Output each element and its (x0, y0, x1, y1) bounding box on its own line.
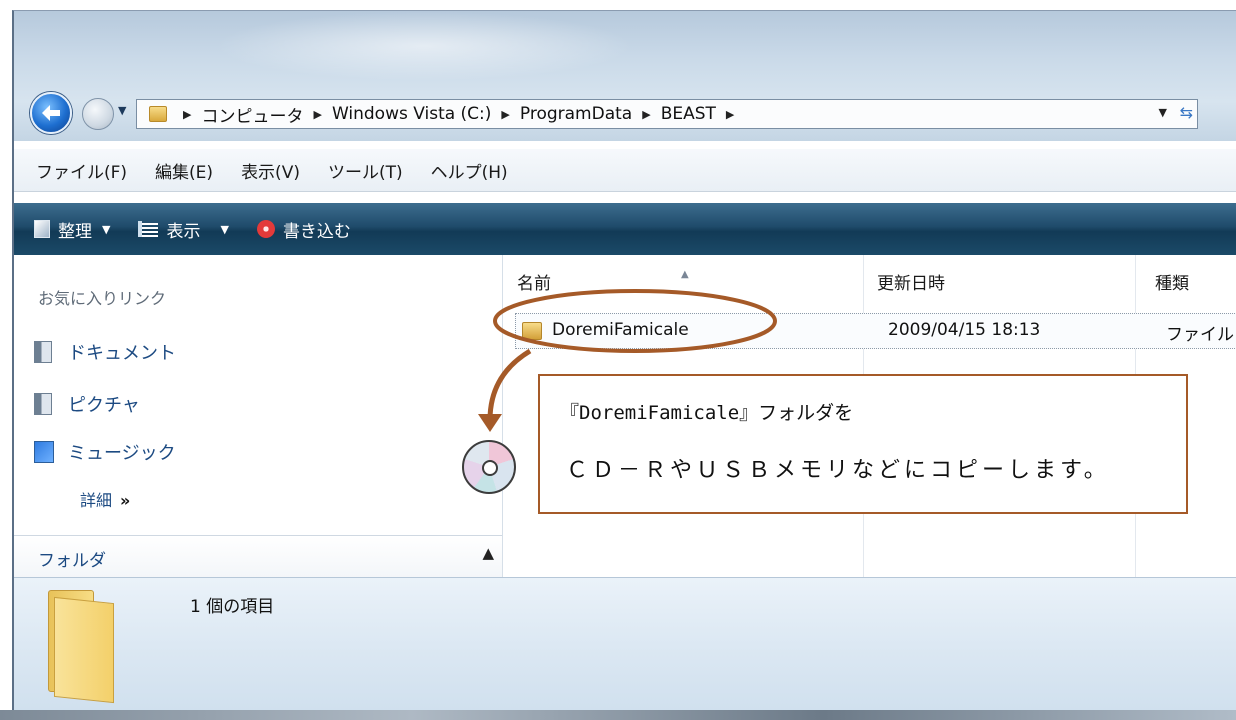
chevron-down-icon: ▼ (102, 222, 111, 236)
music-icon (34, 441, 54, 463)
column-header-name[interactable]: 名前 ▲ (503, 255, 863, 307)
breadcrumb-separator-icon[interactable]: ▶ (183, 108, 191, 121)
recent-pages-dropdown-icon[interactable]: ▼ (118, 104, 126, 117)
burn-button[interactable]: 書き込む (256, 217, 351, 242)
column-type-label: 種類 (1155, 274, 1189, 294)
explorer-window: ▼ ▶ コンピュータ ▶ Windows Vista (C:) ▶ Progra… (12, 10, 1236, 711)
column-date-label: 更新日時 (877, 274, 945, 294)
organize-label: 整理 (58, 221, 92, 242)
documents-icon (34, 341, 52, 363)
menu-file[interactable]: ファイル(F) (36, 158, 127, 183)
nav-link-label: ピクチャ (68, 395, 140, 416)
burn-disc-icon (256, 220, 275, 238)
breadcrumb-separator-icon[interactable]: ▶ (642, 108, 650, 121)
menu-tools[interactable]: ツール(T) (328, 158, 403, 183)
file-name: DoremiFamicale (552, 320, 689, 340)
chevron-down-icon: ▼ (220, 222, 229, 236)
pictures-icon (34, 393, 52, 415)
column-header-type[interactable]: 種類 (1135, 255, 1236, 307)
views-button[interactable]: 表示 ▼ (138, 217, 229, 242)
nav-link-pictures[interactable]: ピクチャ (34, 391, 140, 417)
folders-header[interactable]: フォルダ ▲ (14, 535, 502, 578)
back-arrow-icon (42, 105, 60, 121)
menu-help[interactable]: ヘルプ(H) (431, 158, 508, 183)
favorite-links-title: お気に入りリンク (38, 289, 167, 308)
more-links[interactable]: 詳細 » (80, 487, 130, 511)
breadcrumb-separator-icon[interactable]: ▶ (501, 108, 509, 121)
file-list: 名前 ▲ 更新日時 種類 DoremiFamicale 2009/04/15 1… (503, 255, 1236, 577)
address-dropdown-icon[interactable]: ▼ (1159, 106, 1167, 119)
folders-label: フォルダ (38, 551, 106, 571)
organize-button[interactable]: 整理 ▼ (34, 217, 110, 242)
window-frame-bottom (0, 710, 1236, 720)
breadcrumb-programdata[interactable]: ProgramData (520, 104, 632, 124)
breadcrumb-beast[interactable]: BEAST (661, 104, 716, 124)
nav-link-label: ミュージック (68, 443, 176, 464)
refresh-icon[interactable]: ⇆ (1180, 103, 1193, 122)
folder-large-icon (42, 590, 120, 704)
file-date: 2009/04/15 18:13 (888, 320, 1041, 340)
menu-view[interactable]: 表示(V) (241, 158, 300, 183)
breadcrumb: ▶ コンピュータ ▶ Windows Vista (C:) ▶ ProgramD… (173, 102, 744, 127)
menu-bar: ファイル(F) 編集(E) 表示(V) ツール(T) ヘルプ(H) (14, 149, 1236, 192)
forward-button[interactable] (82, 98, 114, 130)
breadcrumb-computer[interactable]: コンピュータ (201, 102, 303, 127)
folder-icon (522, 322, 542, 340)
more-label: 詳細 (80, 491, 113, 510)
breadcrumb-separator-icon[interactable]: ▶ (313, 108, 321, 121)
column-header-date[interactable]: 更新日時 (863, 255, 1135, 307)
column-name-label: 名前 (517, 274, 551, 294)
menu-edit[interactable]: 編集(E) (155, 158, 213, 183)
nav-link-music[interactable]: ミュージック (34, 439, 176, 465)
file-type: ファイル (1166, 325, 1234, 345)
navigation-pane: お気に入りリンク ドキュメント ピクチャ ミュージック 詳細 » フォルダ ▲ (14, 255, 503, 578)
breadcrumb-drive[interactable]: Windows Vista (C:) (332, 104, 491, 124)
folder-icon (149, 106, 167, 122)
views-label: 表示 (166, 221, 201, 242)
back-button[interactable] (30, 92, 72, 134)
item-count: 1 個の項目 (190, 597, 275, 617)
organize-icon (34, 220, 50, 238)
double-chevron-icon: » (120, 491, 131, 510)
details-pane: 1 個の項目 (14, 577, 1236, 711)
glass-highlight (214, 11, 634, 81)
views-icon (138, 221, 159, 237)
address-bar[interactable]: ▶ コンピュータ ▶ Windows Vista (C:) ▶ ProgramD… (136, 99, 1198, 129)
sort-ascending-icon: ▲ (681, 269, 689, 280)
table-row[interactable]: DoremiFamicale 2009/04/15 18:13 ファイル (515, 313, 1236, 349)
chevron-up-icon: ▲ (482, 544, 494, 562)
breadcrumb-separator-icon[interactable]: ▶ (726, 108, 734, 121)
navigation-row: ▼ ▶ コンピュータ ▶ Windows Vista (C:) ▶ Progra… (14, 88, 1236, 136)
command-bar: 整理 ▼ 表示 ▼ 書き込む (14, 203, 1236, 255)
nav-link-documents[interactable]: ドキュメント (34, 339, 176, 365)
burn-label: 書き込む (282, 221, 351, 242)
nav-link-label: ドキュメント (68, 343, 176, 364)
